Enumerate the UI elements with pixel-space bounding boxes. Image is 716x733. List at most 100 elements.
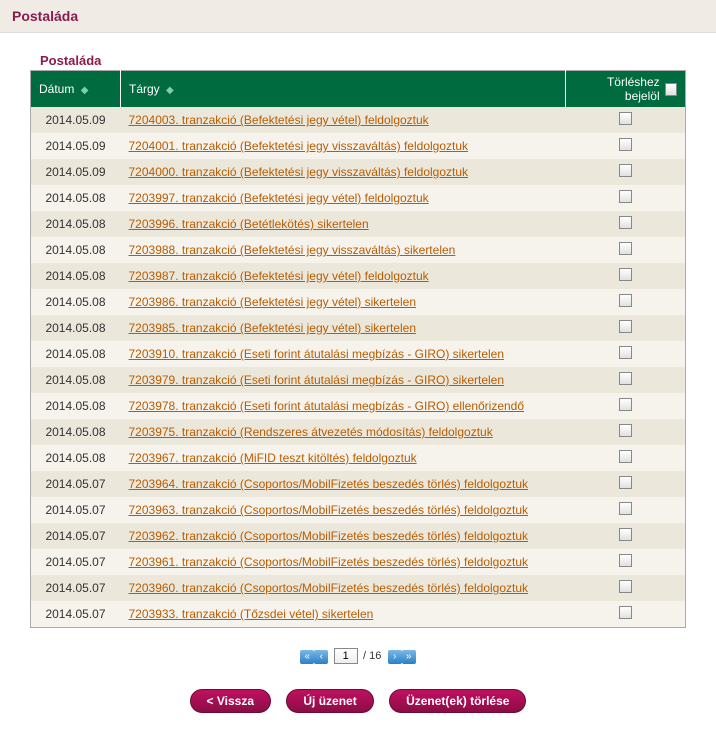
date-cell: 2014.05.08 — [31, 263, 121, 289]
table-row: 2014.05.09 7204003. tranzakció (Befekteté… — [31, 107, 686, 133]
page-header: Postaláda — [0, 0, 716, 33]
row-delete-checkbox[interactable] — [619, 164, 632, 177]
pager-total: / 16 — [363, 650, 381, 662]
row-delete-checkbox[interactable] — [619, 346, 632, 359]
row-delete-checkbox[interactable] — [619, 294, 632, 307]
pager-next-button[interactable]: › — [388, 650, 402, 664]
subject-cell: 7203933. tranzakció (Tőzsdei vétel) sike… — [121, 601, 566, 628]
check-cell — [566, 575, 686, 601]
subject-cell: 7203987. tranzakció (Befektetési jegy vé… — [121, 263, 566, 289]
subject-link[interactable]: 7203975. tranzakció (Rendszeres átvezeté… — [129, 425, 493, 439]
subject-cell: 7203997. tranzakció (Befektetési jegy vé… — [121, 185, 566, 211]
table-row: 2014.05.087203997. tranzakció (Befekteté… — [31, 185, 686, 211]
subject-link[interactable]: 7204000. tranzakció (Befektetési jegy vi… — [129, 165, 469, 179]
col-date-label: Dátum — [39, 82, 74, 96]
row-delete-checkbox[interactable] — [619, 554, 632, 567]
row-delete-checkbox[interactable] — [619, 424, 632, 437]
check-cell — [566, 341, 686, 367]
col-date-header[interactable]: Dátum ◆ — [31, 71, 121, 108]
check-cell — [566, 367, 686, 393]
date-cell: 2014.05.07 — [31, 575, 121, 601]
action-bar: < Vissza Új üzenet Üzenet(ek) törlése — [30, 689, 686, 713]
check-cell — [566, 419, 686, 445]
subject-link[interactable]: 7204001. tranzakció (Befektetési jegy vi… — [129, 139, 469, 153]
row-delete-checkbox[interactable] — [619, 242, 632, 255]
date-cell: 2014.05.08 — [31, 393, 121, 419]
row-delete-checkbox[interactable] — [619, 190, 632, 203]
table-row: 2014.05.077203961. tranzakció (Csoportos… — [31, 549, 686, 575]
table-row: 2014.05.07 7203960. tranzakció (Csoportos… — [31, 575, 686, 601]
subject-link[interactable]: 7203967. tranzakció (MiFID teszt kitölté… — [129, 451, 417, 465]
date-cell: 2014.05.07 — [31, 497, 121, 523]
subject-link[interactable]: 7203997. tranzakció (Befektetési jegy vé… — [129, 191, 429, 205]
subject-link[interactable]: 7203988. tranzakció (Befektetési jegy vi… — [129, 243, 456, 257]
check-cell — [566, 523, 686, 549]
subject-link[interactable]: 7203963. tranzakció (Csoportos/MobilFize… — [129, 503, 529, 517]
row-delete-checkbox[interactable] — [619, 580, 632, 593]
row-delete-checkbox[interactable] — [619, 112, 632, 125]
check-cell — [566, 445, 686, 471]
delete-messages-button[interactable]: Üzenet(ek) törlése — [389, 689, 526, 713]
row-delete-checkbox[interactable] — [619, 528, 632, 541]
pager-last-button[interactable]: » — [402, 650, 416, 664]
row-delete-checkbox[interactable] — [619, 450, 632, 463]
subject-cell: 7203978. tranzakció (Eseti forint átutal… — [121, 393, 566, 419]
subject-cell: 7203962. tranzakció (Csoportos/MobilFize… — [121, 523, 566, 549]
table-row: 2014.05.07 7203964. tranzakció (Csoportos… — [31, 471, 686, 497]
sort-icon: ◆ — [166, 85, 174, 96]
row-delete-checkbox[interactable] — [619, 398, 632, 411]
sort-icon: ◆ — [81, 85, 89, 96]
table-row: 2014.05.08 7203967. tranzakció (MiFID tes… — [31, 445, 686, 471]
row-delete-checkbox[interactable] — [619, 138, 632, 151]
section-title: Postaláda — [30, 53, 686, 68]
table-row: 2014.05.08 7203979. tranzakció (Eseti for… — [31, 367, 686, 393]
subject-link[interactable]: 7203960. tranzakció (Csoportos/MobilFize… — [129, 581, 529, 595]
subject-link[interactable]: 7203978. tranzakció (Eseti forint átutal… — [129, 399, 525, 413]
col-subject-header[interactable]: Tárgy ◆ — [121, 71, 566, 108]
date-cell: 2014.05.08 — [31, 237, 121, 263]
row-delete-checkbox[interactable] — [619, 216, 632, 229]
back-button[interactable]: < Vissza — [190, 689, 271, 713]
subject-link[interactable]: 7203986. tranzakció (Befektetési jegy vé… — [129, 295, 417, 309]
row-delete-checkbox[interactable] — [619, 268, 632, 281]
date-cell: 2014.05.09 — [31, 159, 121, 185]
pager: «‹ / 16 ›» — [30, 648, 686, 664]
pager-first-button[interactable]: « — [300, 650, 314, 664]
date-cell: 2014.05.08 — [31, 445, 121, 471]
table-row: 2014.05.07 7203963. tranzakció (Csoportos… — [31, 497, 686, 523]
date-cell: 2014.05.08 — [31, 289, 121, 315]
row-delete-checkbox[interactable] — [619, 606, 632, 619]
pager-prev-button[interactable]: ‹ — [314, 650, 328, 664]
subject-cell: 7203996. tranzakció (Betétlekötés) siker… — [121, 211, 566, 237]
subject-link[interactable]: 7204003. tranzakció (Befektetési jegy vé… — [129, 113, 429, 127]
check-cell — [566, 107, 686, 133]
row-delete-checkbox[interactable] — [619, 476, 632, 489]
row-delete-checkbox[interactable] — [619, 372, 632, 385]
pager-page-input[interactable] — [334, 648, 358, 664]
subject-link[interactable]: 7203962. tranzakció (Csoportos/MobilFize… — [129, 529, 529, 543]
check-cell — [566, 289, 686, 315]
subject-link[interactable]: 7203964. tranzakció (Csoportos/MobilFize… — [129, 477, 529, 491]
date-cell: 2014.05.08 — [31, 419, 121, 445]
row-delete-checkbox[interactable] — [619, 502, 632, 515]
row-delete-checkbox[interactable] — [619, 320, 632, 333]
subject-link[interactable]: 7203910. tranzakció (Eseti forint átutal… — [129, 347, 505, 361]
check-cell — [566, 133, 686, 159]
check-cell — [566, 185, 686, 211]
subject-cell: 7203986. tranzakció (Befektetési jegy vé… — [121, 289, 566, 315]
date-cell: 2014.05.08 — [31, 367, 121, 393]
subject-link[interactable]: 7203933. tranzakció (Tőzsdei vétel) sike… — [129, 607, 374, 621]
table-row: 2014.05.09 7204001. tranzakció (Befekteté… — [31, 133, 686, 159]
table-row: 2014.05.09 7204000. tranzakció (Befekteté… — [31, 159, 686, 185]
subject-link[interactable]: 7203979. tranzakció (Eseti forint átutal… — [129, 373, 505, 387]
select-all-checkbox[interactable] — [665, 83, 677, 96]
date-cell: 2014.05.09 — [31, 133, 121, 159]
subject-link[interactable]: 7203996. tranzakció (Betétlekötés) siker… — [129, 217, 369, 231]
subject-link[interactable]: 7203987. tranzakció (Befektetési jegy vé… — [129, 269, 429, 283]
check-cell — [566, 315, 686, 341]
subject-link[interactable]: 7203985. tranzakció (Befektetési jegy vé… — [129, 321, 417, 335]
new-message-button[interactable]: Új üzenet — [286, 689, 373, 713]
date-cell: 2014.05.09 — [31, 107, 121, 133]
subject-link[interactable]: 7203961. tranzakció (Csoportos/MobilFize… — [129, 555, 529, 569]
date-cell: 2014.05.07 — [31, 471, 121, 497]
